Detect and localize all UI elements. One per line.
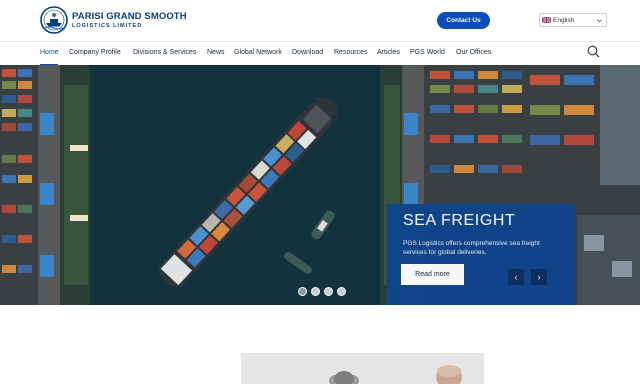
company-logo-icon[interactable] bbox=[40, 6, 68, 34]
contact-us-button[interactable]: Contact Us bbox=[437, 12, 490, 29]
language-select[interactable]: English bbox=[539, 13, 607, 27]
language-label: English bbox=[553, 16, 575, 24]
nav-item-our-offices[interactable]: Our Offices bbox=[456, 49, 491, 56]
nav-item-divisions-services[interactable]: Divisions & Services bbox=[133, 49, 196, 56]
nav-item-home[interactable]: Home bbox=[40, 49, 59, 56]
nav-item-news[interactable]: News bbox=[207, 49, 225, 56]
nav-item-articles[interactable]: Articles bbox=[377, 49, 400, 56]
next-slide-button[interactable]: › bbox=[531, 269, 547, 285]
slider-dot-4[interactable] bbox=[337, 287, 346, 296]
team-photo bbox=[241, 353, 484, 384]
team-photo-image bbox=[241, 353, 484, 384]
slide-caption-card: SEA FREIGHT PGS Logistics offers compreh… bbox=[387, 204, 575, 305]
logo-name-line2: LOGISTICS LIMITED bbox=[72, 23, 143, 29]
prev-slide-button[interactable]: ‹ bbox=[508, 269, 524, 285]
slider-dot-1[interactable] bbox=[298, 287, 307, 296]
chevron-down-icon bbox=[597, 19, 602, 23]
slide-title: SEA FREIGHT bbox=[403, 212, 516, 229]
chevron-left-icon: ‹ bbox=[514, 272, 518, 282]
slide-description: PGS Logistics offers comprehensive sea f… bbox=[403, 240, 540, 256]
nav-item-company-profile[interactable]: Company Profile bbox=[69, 49, 121, 56]
site-header: PARISI GRAND SMOOTH LOGISTICS LIMITED Co… bbox=[0, 0, 640, 41]
logo-text[interactable]: PARISI GRAND SMOOTH LOGISTICS LIMITED bbox=[72, 11, 187, 29]
search-icon[interactable] bbox=[587, 45, 600, 58]
main-navigation: Home Company Profile Divisions & Service… bbox=[0, 41, 640, 66]
logo-name-line1: PARISI GRAND SMOOTH bbox=[72, 11, 187, 22]
nav-item-pgs-world[interactable]: PGS World bbox=[410, 49, 445, 56]
hero-slider: SEA FREIGHT PGS Logistics offers compreh… bbox=[0, 65, 640, 305]
uk-flag-icon bbox=[542, 17, 551, 23]
slider-pagination bbox=[298, 287, 346, 296]
nav-item-download[interactable]: Download bbox=[292, 49, 323, 56]
read-more-button[interactable]: Read more bbox=[401, 264, 464, 285]
nav-item-global-network[interactable]: Global Network bbox=[234, 49, 282, 56]
slider-dot-3[interactable] bbox=[324, 287, 333, 296]
nav-item-resources[interactable]: Resources bbox=[334, 49, 367, 56]
slider-dot-2[interactable] bbox=[311, 287, 320, 296]
chevron-right-icon: › bbox=[537, 272, 541, 282]
